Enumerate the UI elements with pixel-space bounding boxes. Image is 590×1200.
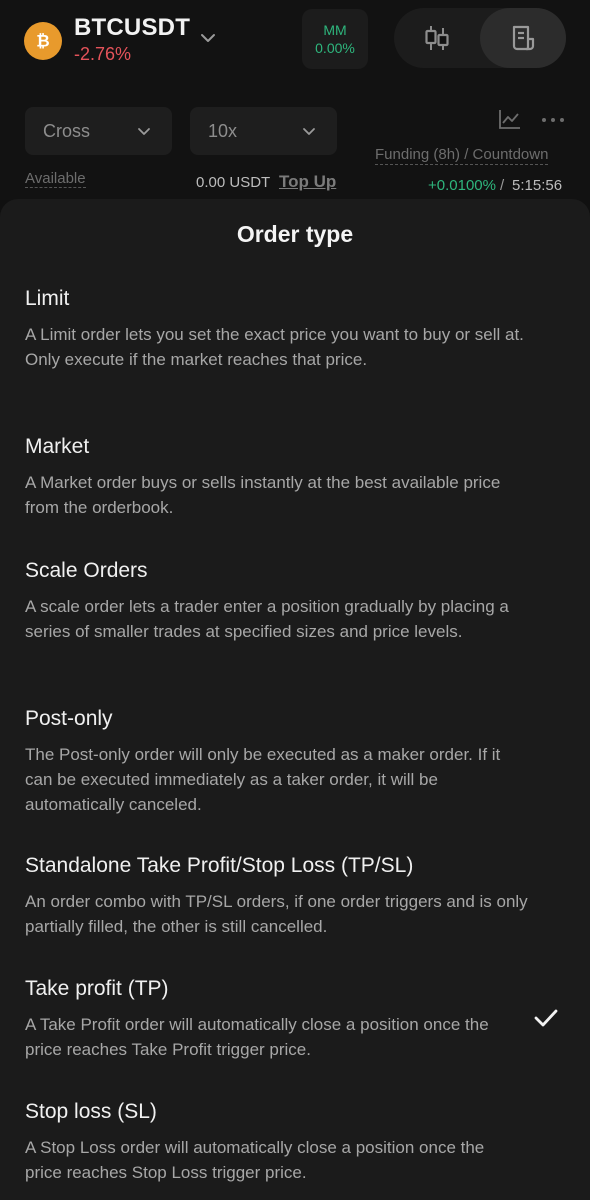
bitcoin-icon: ₿	[24, 22, 62, 60]
order-type-option-standalone-tpsl[interactable]: Standalone Take Profit/Stop Loss (TP/SL)…	[25, 853, 535, 939]
mm-label: MM	[323, 22, 347, 38]
option-title: Stop loss (SL)	[25, 1100, 157, 1123]
option-title: Limit	[25, 287, 70, 310]
order-type-option-limit[interactable]: Limit A Limit order lets you set the exa…	[25, 286, 525, 372]
funding-rate: +0.0100%	[428, 177, 496, 194]
chevron-down-icon	[303, 128, 315, 135]
option-title: Take profit (TP)	[25, 977, 169, 1000]
option-description: A Take Profit order will automatically c…	[25, 1015, 489, 1059]
option-description: The Post-only order will only be execute…	[25, 745, 501, 814]
checkmark-icon	[534, 1009, 558, 1027]
chevron-down-icon[interactable]	[198, 28, 218, 48]
mm-indicator[interactable]: MM 0.00%	[302, 9, 368, 69]
funding-separator: /	[500, 177, 505, 194]
available-balance: 0.00 USDT	[196, 174, 271, 191]
mm-value: 0.00%	[315, 40, 355, 56]
svg-text:₿: ₿	[36, 32, 49, 51]
available-label[interactable]: Available	[25, 170, 86, 188]
funding-label[interactable]: Funding (8h) / Countdown	[375, 146, 549, 165]
option-description: A Stop Loss order will automatically clo…	[25, 1138, 485, 1182]
line-chart-icon[interactable]	[498, 108, 522, 130]
view-toggle	[394, 8, 566, 68]
leverage-value: 10x	[208, 120, 238, 141]
order-type-option-market[interactable]: Market A Market order buys or sells inst…	[25, 434, 525, 520]
funding-countdown: 5:15:56	[512, 177, 563, 194]
chevron-down-icon	[138, 128, 150, 135]
order-type-sheet: Order type Limit A Limit order lets you …	[0, 199, 590, 1200]
order-view-button[interactable]	[480, 8, 566, 68]
order-type-option-stop-loss[interactable]: Stop loss (SL) A Stop Loss order will au…	[25, 1099, 525, 1185]
margin-mode-value: Cross	[43, 120, 91, 141]
option-title: Post-only	[25, 707, 113, 730]
option-title: Market	[25, 435, 90, 458]
sheet-title: Order type	[236, 221, 354, 247]
symbol-name[interactable]: BTCUSDT	[74, 14, 190, 42]
option-description: A scale order lets a trader enter a posi…	[25, 597, 509, 641]
price-change: -2.76%	[74, 44, 132, 64]
margin-mode-select[interactable]: Cross	[25, 107, 172, 155]
chart-view-button[interactable]	[394, 8, 480, 68]
option-description: A Market order buys or sells instantly a…	[25, 473, 501, 517]
order-book-icon	[512, 25, 535, 51]
option-description: An order combo with TP/SL orders, if one…	[25, 892, 528, 936]
order-type-option-scale-orders[interactable]: Scale Orders A scale order lets a trader…	[25, 558, 525, 644]
order-type-option-post-only[interactable]: Post-only The Post-only order will only …	[25, 706, 525, 817]
option-title: Scale Orders	[25, 559, 148, 582]
top-up-link[interactable]: Top Up	[279, 172, 336, 192]
more-options-icon[interactable]	[541, 117, 565, 123]
option-description: A Limit order lets you set the exact pri…	[25, 325, 524, 369]
trading-header: ₿ BTCUSDT -2.76% MM 0.00% Cross 10x Fund…	[0, 0, 590, 200]
leverage-select[interactable]: 10x	[190, 107, 337, 155]
option-title: Standalone Take Profit/Stop Loss (TP/SL)	[25, 854, 414, 877]
order-type-option-take-profit[interactable]: Take profit (TP) A Take Profit order wil…	[25, 976, 525, 1062]
candlestick-chart-icon	[425, 26, 449, 50]
